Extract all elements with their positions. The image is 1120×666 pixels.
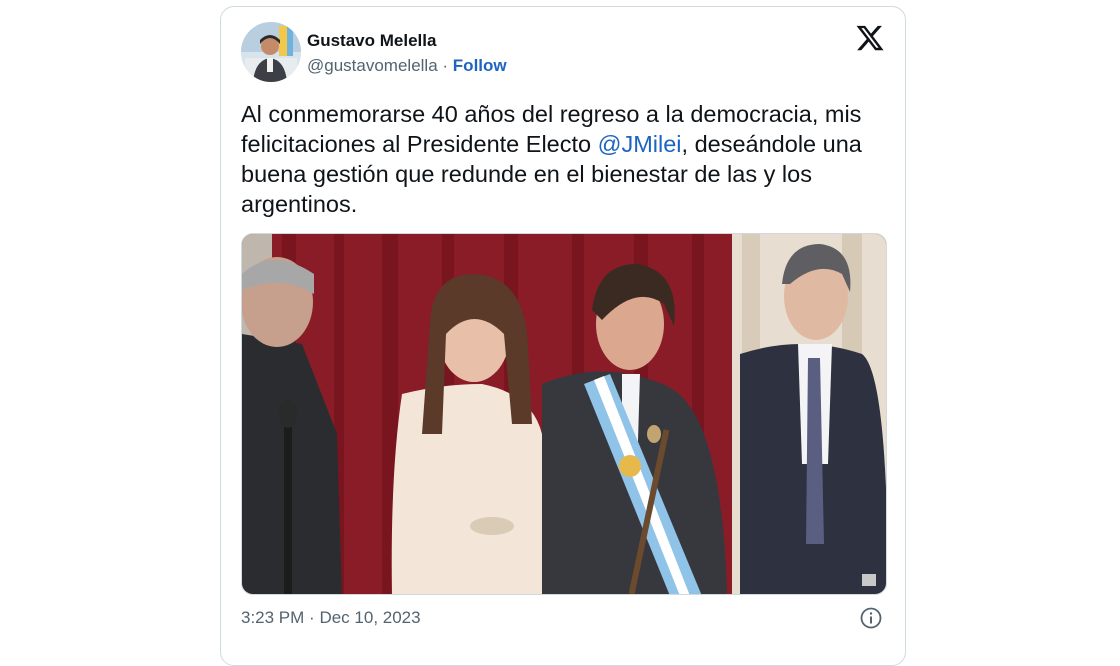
tweet-photo[interactable] <box>241 233 887 595</box>
tweet-timestamp[interactable]: 3:23 PM · Dec 10, 2023 <box>241 608 421 628</box>
author-name[interactable]: Gustavo Melella <box>307 31 436 51</box>
tweet-text: Al conmemorarse 40 años del regreso a la… <box>241 99 891 219</box>
x-logo-icon[interactable] <box>855 23 885 53</box>
follow-button[interactable]: Follow <box>453 56 507 75</box>
timestamp-separator: · <box>309 608 315 627</box>
mention-link[interactable]: @JMilei <box>598 131 682 157</box>
author-handle[interactable]: @gustavomelella <box>307 56 438 75</box>
avatar-image <box>241 22 301 82</box>
info-icon[interactable] <box>859 606 883 630</box>
avatar[interactable] <box>241 22 301 82</box>
timestamp-time: 3:23 PM <box>241 608 305 627</box>
meta-separator: · <box>442 56 449 75</box>
author-meta: @gustavomelella · Follow <box>307 56 507 76</box>
tweet-card: Gustavo Melella @gustavomelella · Follow… <box>220 6 906 666</box>
photo-image <box>242 234 886 594</box>
timestamp-date: Dec 10, 2023 <box>319 608 421 627</box>
